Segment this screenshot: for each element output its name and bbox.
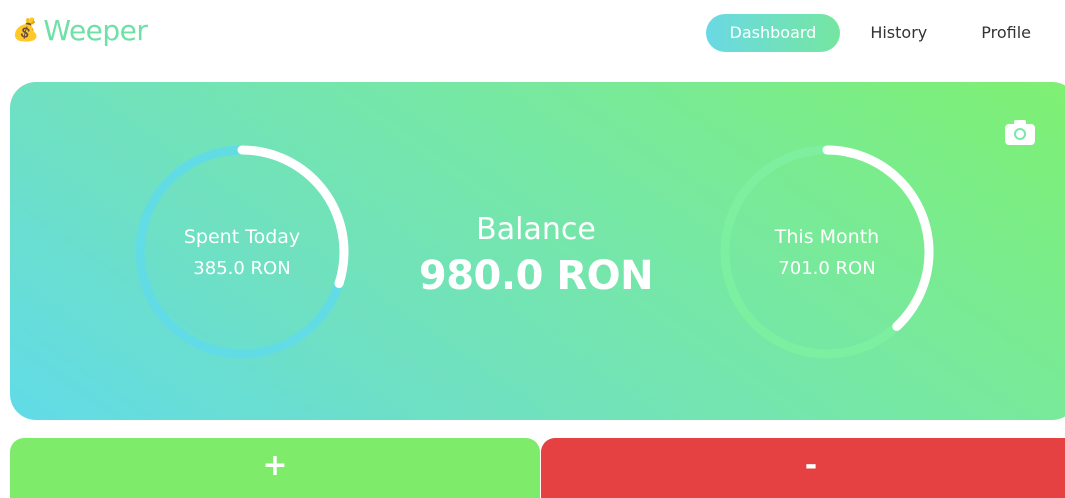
money-bag-icon: 💰 xyxy=(12,17,40,43)
nav-tabs: Dashboard History Profile xyxy=(700,14,1055,52)
tab-profile[interactable]: Profile xyxy=(957,14,1055,52)
brand-logo[interactable]: 💰 Weeper xyxy=(12,14,148,47)
balance-value: 980.0 RON xyxy=(418,253,654,299)
spent-today-ring: Spent Today 385.0 RON xyxy=(132,142,352,362)
camera-icon[interactable] xyxy=(1004,118,1036,146)
brand-name: Weeper xyxy=(43,14,148,47)
top-navbar: 💰 Weeper Dashboard History Profile xyxy=(0,0,1065,66)
balance-block: Balance 980.0 RON xyxy=(410,212,662,299)
spent-today-value: 385.0 RON xyxy=(193,257,291,279)
tab-history[interactable]: History xyxy=(846,14,951,52)
this-month-ring: This Month 701.0 RON xyxy=(717,142,937,362)
add-transaction-button[interactable]: + xyxy=(10,438,540,498)
balance-label: Balance xyxy=(476,212,596,247)
action-bar: + - xyxy=(10,438,1065,498)
summary-card: Spent Today 385.0 RON Balance 980.0 RON … xyxy=(10,82,1065,420)
tab-dashboard[interactable]: Dashboard xyxy=(705,14,841,52)
subtract-transaction-button[interactable]: - xyxy=(541,438,1065,498)
spent-today-label: Spent Today xyxy=(183,225,301,248)
this-month-value: 701.0 RON xyxy=(778,257,876,279)
this-month-label: This Month xyxy=(774,225,880,248)
